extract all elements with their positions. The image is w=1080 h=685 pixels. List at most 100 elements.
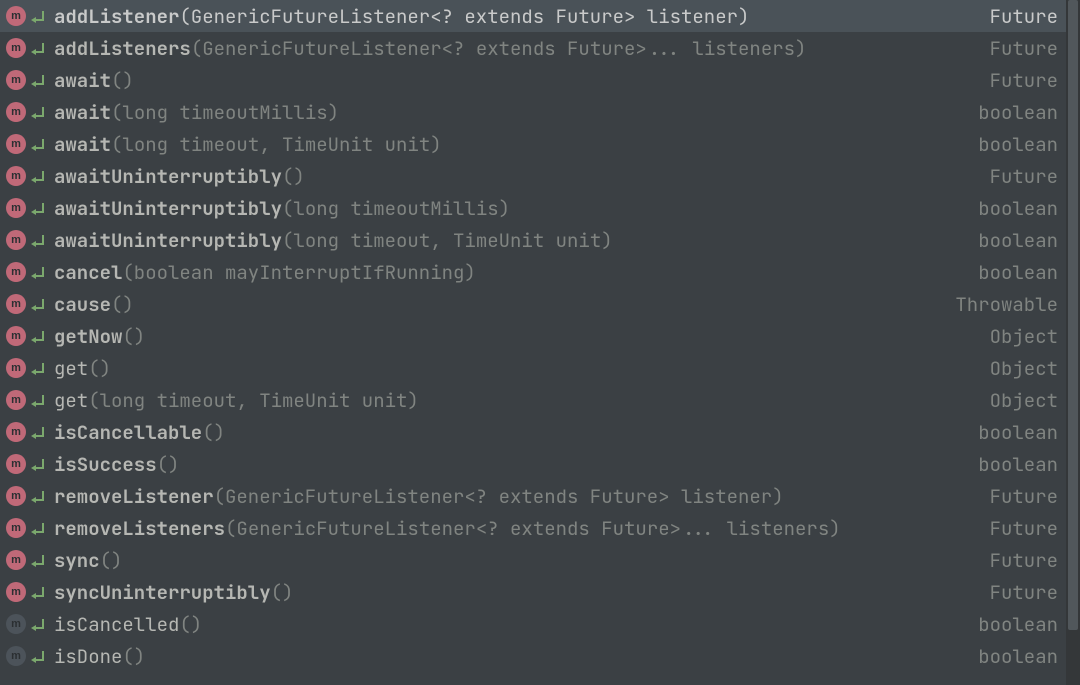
method-params: (GenericFutureListener<? extends Future>…	[179, 4, 749, 29]
scrollbar[interactable]	[1066, 0, 1080, 685]
implementing-arrow-icon	[28, 168, 46, 184]
completion-item[interactable]: m awaitUninterruptibly() Future	[0, 160, 1066, 192]
completion-item[interactable]: m isCancellable() boolean	[0, 416, 1066, 448]
completion-item[interactable]: msyncUninterruptibly()Future	[0, 576, 1066, 608]
method-name: await	[54, 100, 111, 125]
implementing-arrow-icon	[28, 328, 46, 344]
implementing-arrow-icon	[28, 104, 46, 120]
method-icon: m	[6, 102, 26, 122]
method-name: removeListener	[54, 484, 214, 509]
completion-item[interactable]: m getNow() Object	[0, 320, 1066, 352]
method-icon: m	[6, 550, 26, 570]
method-name: removeListeners	[54, 516, 225, 541]
completion-item[interactable]: msync()Future	[0, 544, 1066, 576]
method-icon: m	[6, 486, 26, 506]
method-icon: m	[6, 326, 26, 346]
return-type: boolean	[966, 420, 1058, 445]
implementing-arrow-icon	[28, 40, 46, 56]
implementing-arrow-icon	[28, 360, 46, 376]
method-icon: m	[6, 166, 26, 186]
method-name: await	[54, 68, 111, 93]
method-params: ()	[157, 452, 180, 477]
method-icon: m	[6, 422, 26, 442]
implementing-arrow-icon	[28, 520, 46, 536]
method-params: ()	[202, 420, 225, 445]
return-type: Future	[978, 4, 1058, 29]
method-icon: m	[6, 230, 26, 250]
implementing-arrow-icon	[28, 200, 46, 216]
method-name: isCancellable	[54, 420, 202, 445]
completion-item[interactable]: mcause()Throwable	[0, 288, 1066, 320]
completion-item[interactable]: m await(long timeoutMillis) boolean	[0, 96, 1066, 128]
implementing-arrow-icon	[28, 8, 46, 24]
method-name: awaitUninterruptibly	[54, 196, 282, 221]
method-name: addListeners	[54, 36, 191, 61]
return-type: boolean	[966, 132, 1058, 157]
completion-item[interactable]: mget(long timeout, TimeUnit unit)Object	[0, 384, 1066, 416]
method-icon: m	[6, 646, 26, 666]
method-icon: m	[6, 614, 26, 634]
completion-item[interactable]: misSuccess()boolean	[0, 448, 1066, 480]
method-params: ()	[88, 356, 111, 381]
method-name: isDone	[54, 644, 122, 669]
completion-item[interactable]: mremoveListeners(GenericFutureListener<?…	[0, 512, 1066, 544]
completion-item[interactable]: mremoveListener(GenericFutureListener<? …	[0, 480, 1066, 512]
method-params: (long timeoutMillis)	[282, 196, 510, 221]
method-name: cancel	[54, 260, 122, 285]
implementing-arrow-icon	[28, 584, 46, 600]
method-name: sync	[54, 548, 100, 573]
scrollbar-thumb[interactable]	[1068, 0, 1078, 630]
completion-item[interactable]: m addListeners(GenericFutureListener<? ex…	[0, 32, 1066, 64]
completion-item[interactable]: misCancelled()boolean	[0, 608, 1066, 640]
completion-item[interactable]: mawait(long timeout, TimeUnit unit)boole…	[0, 128, 1066, 160]
method-icon: m	[6, 294, 26, 314]
return-type: boolean	[966, 100, 1058, 125]
completion-item[interactable]: maddListener(GenericFutureListener<? ext…	[0, 0, 1066, 32]
method-icon: m	[6, 134, 26, 154]
completion-item[interactable]: mcancel(boolean mayInterruptIfRunning)bo…	[0, 256, 1066, 288]
method-name: isSuccess	[54, 452, 157, 477]
completion-item[interactable]: misDone()boolean	[0, 640, 1066, 672]
return-type: boolean	[966, 612, 1058, 637]
method-params: (GenericFutureListener<? extends Future>…	[191, 36, 807, 61]
implementing-arrow-icon	[28, 616, 46, 632]
method-icon: m	[6, 38, 26, 58]
method-params: ()	[122, 644, 145, 669]
return-type: Future	[978, 164, 1058, 189]
method-params: (long timeoutMillis)	[111, 100, 339, 125]
completion-item[interactable]: mawaitUninterruptibly(long timeout, Time…	[0, 224, 1066, 256]
completion-item[interactable]: m awaitUninterruptibly(long timeoutMillis…	[0, 192, 1066, 224]
return-type: boolean	[966, 452, 1058, 477]
method-params: (long timeout, TimeUnit unit)	[111, 132, 442, 157]
implementing-arrow-icon	[28, 296, 46, 312]
return-type: Future	[978, 484, 1058, 509]
implementing-arrow-icon	[28, 136, 46, 152]
method-name: syncUninterruptibly	[54, 580, 271, 605]
method-params: ()	[122, 324, 145, 349]
implementing-arrow-icon	[28, 264, 46, 280]
implementing-arrow-icon	[28, 456, 46, 472]
method-icon: m	[6, 262, 26, 282]
method-params: ()	[111, 68, 134, 93]
completion-item[interactable]: mawait()Future	[0, 64, 1066, 96]
method-name: awaitUninterruptibly	[54, 228, 282, 253]
method-params: ()	[282, 164, 305, 189]
method-name: get	[54, 388, 88, 413]
return-type: Object	[978, 324, 1058, 349]
implementing-arrow-icon	[28, 424, 46, 440]
implementing-arrow-icon	[28, 648, 46, 664]
return-type: Throwable	[943, 292, 1058, 317]
method-icon: m	[6, 198, 26, 218]
return-type: boolean	[966, 228, 1058, 253]
method-name: getNow	[54, 324, 122, 349]
method-name: awaitUninterruptibly	[54, 164, 282, 189]
completion-item[interactable]: mget()Object	[0, 352, 1066, 384]
method-name: cause	[54, 292, 111, 317]
return-type: Future	[978, 580, 1058, 605]
implementing-arrow-icon	[28, 552, 46, 568]
method-params: ()	[100, 548, 123, 573]
method-name: addListener	[54, 4, 179, 29]
implementing-arrow-icon	[28, 392, 46, 408]
method-icon: m	[6, 390, 26, 410]
method-icon: m	[6, 518, 26, 538]
